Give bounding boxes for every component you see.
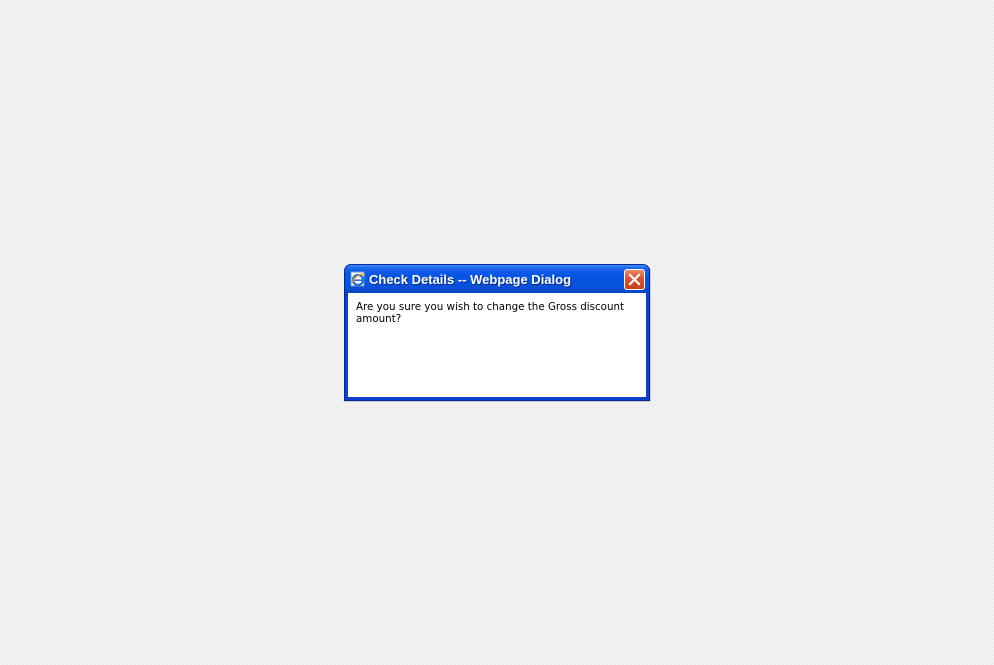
dialog-title-bar[interactable]: Check Details -- Webpage Dialog	[345, 265, 649, 293]
internet-explorer-icon	[350, 271, 366, 287]
close-icon	[628, 273, 641, 286]
dialog-title: Check Details -- Webpage Dialog	[369, 272, 572, 287]
confirmation-message: Are you sure you wish to change the Gros…	[356, 301, 625, 325]
webpage-dialog: Check Details -- Webpage Dialog Are you …	[344, 264, 650, 401]
dialog-content: Are you sure you wish to change the Gros…	[348, 293, 646, 397]
close-button[interactable]	[624, 269, 645, 290]
